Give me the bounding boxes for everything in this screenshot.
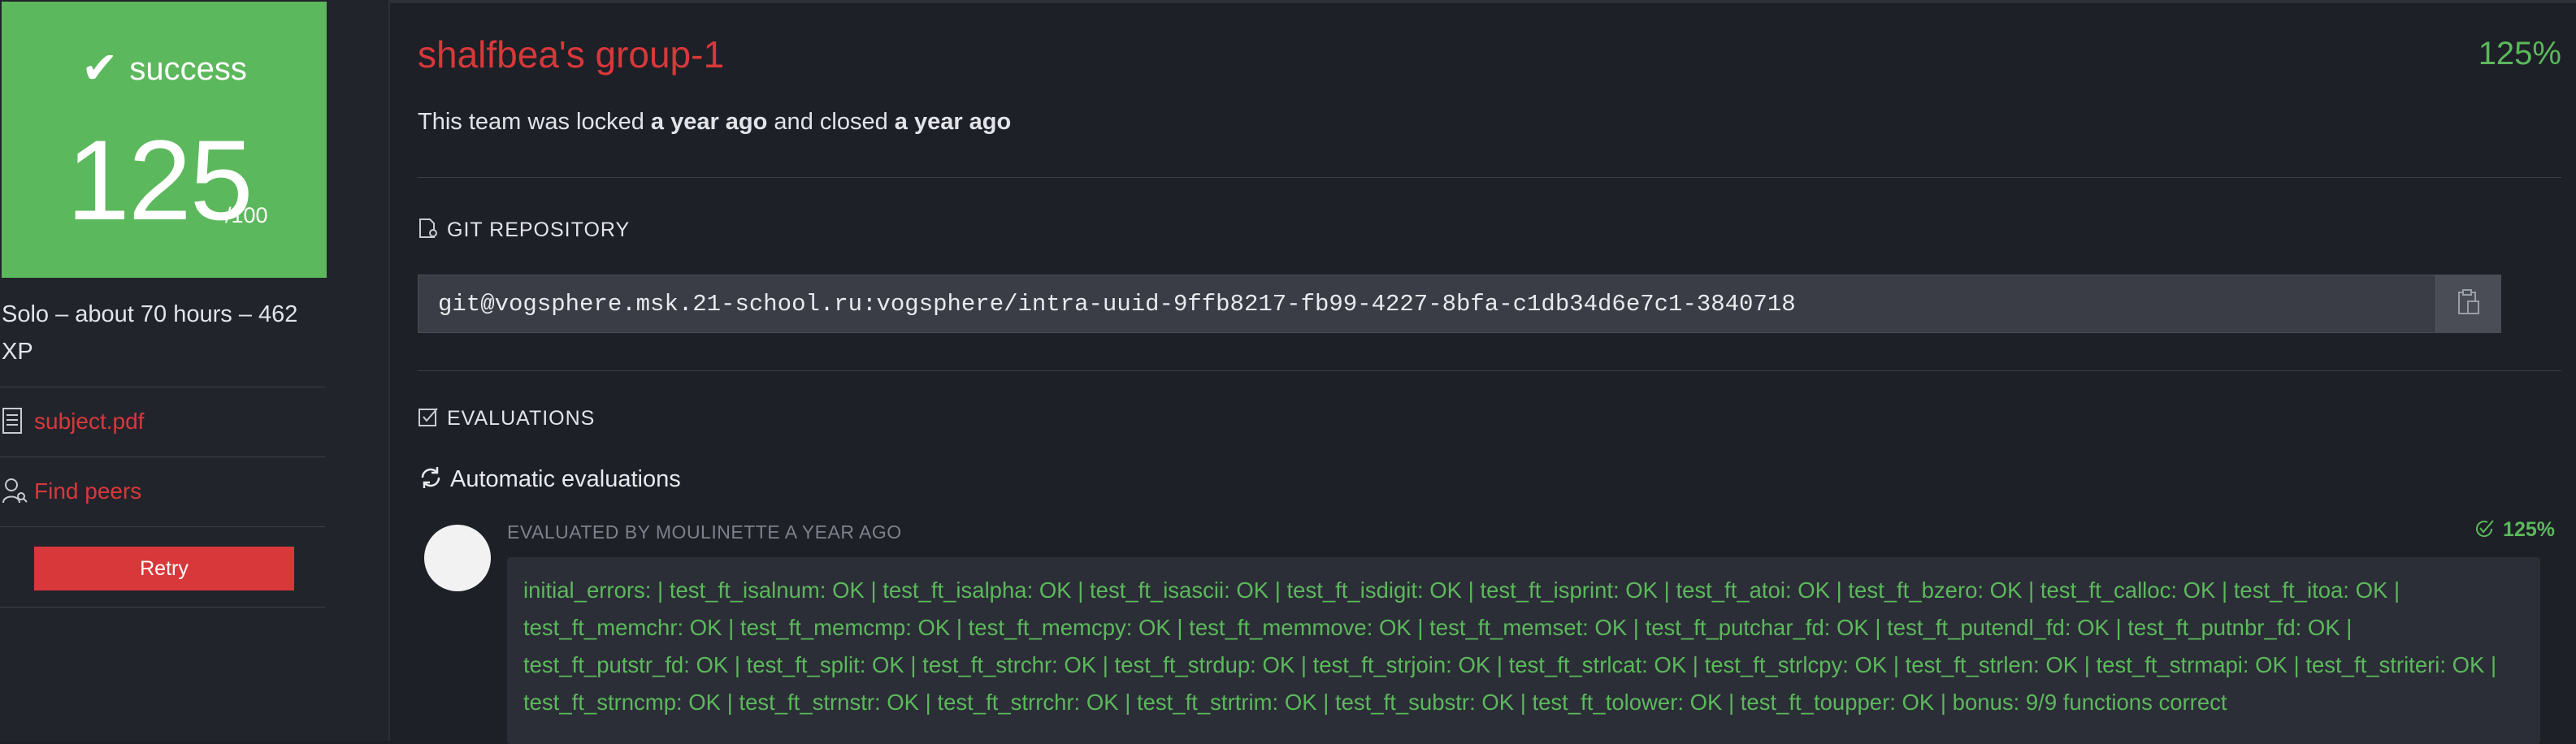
checkbox-icon [418,406,439,427]
evaluation-percent: 125% [2503,518,2555,541]
find-peers-label[interactable]: Find peers [34,478,141,504]
evaluations-label: EVALUATIONS [447,407,596,430]
retry-section: Retry [0,526,325,608]
file-git-icon [418,218,439,239]
document-icon [2,407,28,436]
score-card: ✔ success 125 /100 [2,2,327,278]
team-title[interactable]: shalfbea's group-1 [418,32,724,76]
evaluations-header: EVALUATIONS [418,406,595,430]
repo-url-box [418,275,2501,333]
closed-prefix: and closed [767,109,895,135]
score-status-label: success [129,51,247,87]
repo-url-field[interactable] [418,275,2470,332]
avatar[interactable] [424,525,491,591]
clipboard-icon [2457,288,2481,320]
locked-prefix: This team was locked [418,109,651,135]
team-percent: 125% [2478,36,2561,71]
evaluation-score: 125% [2474,518,2555,542]
evaluation-result-text: initial_errors: | test_ft_isalnum: OK | … [523,577,2497,715]
subject-link[interactable]: subject.pdf [0,387,325,456]
subject-link-label[interactable]: subject.pdf [34,409,144,435]
copy-button[interactable] [2435,275,2500,332]
check-icon: ✔ [81,44,119,93]
score-value: 125 [67,116,254,244]
automatic-evaluations-label: Automatic evaluations [450,466,681,492]
refresh-icon [418,465,444,491]
divider [418,177,2561,178]
retry-button[interactable]: Retry [34,547,294,590]
user-search-icon [2,477,28,506]
sidebar: ✔ success 125 /100 Solo – about 70 hours … [0,0,388,741]
check-circle-icon [2474,518,2495,539]
locked-time: a year ago [650,109,768,135]
git-section-label: GIT REPOSITORY [447,218,631,241]
score-max: /100 [225,203,268,227]
divider [418,370,2561,371]
automatic-evaluations-header: Automatic evaluations [418,465,681,493]
evaluation-result-box: initial_errors: | test_ft_isalnum: OK | … [507,557,2540,744]
score-status: ✔ success [2,39,327,93]
team-status-text: This team was locked a year ago and clos… [418,109,1011,136]
git-section-header: GIT REPOSITORY [418,218,630,242]
project-info: Solo – about 70 hours – 462 XP [2,301,298,365]
find-peers-link[interactable]: Find peers [0,456,325,526]
main-content: shalfbea's group-1 125% This team was lo… [390,0,2576,744]
evaluator-info: EVALUATED BY MOULINETTE A YEAR AGO [507,521,902,543]
closed-time: a year ago [894,109,1012,135]
